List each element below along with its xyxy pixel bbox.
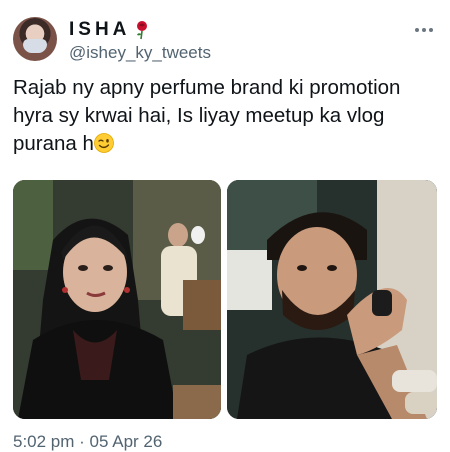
tweet-timestamp[interactable]: 5:02 pm · 05 Apr 26: [13, 432, 162, 452]
rose-icon: [137, 21, 148, 40]
author-handle[interactable]: @ishey_ky_tweets: [69, 43, 211, 63]
wink-face-icon: [94, 133, 114, 153]
photo-woman-restaurant[interactable]: [13, 180, 221, 419]
photo-man-restaurant[interactable]: [227, 180, 437, 419]
tweet-media[interactable]: [13, 180, 437, 419]
more-options-icon[interactable]: [415, 28, 435, 34]
tweet-body: Rajab ny apny perfume brand ki promotion…: [13, 76, 401, 155]
author-name[interactable]: ISHA: [69, 19, 130, 41]
photo-left-scene: [13, 180, 221, 419]
photo-right-scene: [227, 180, 437, 419]
face-mask: [23, 39, 47, 53]
tweet-text: Rajab ny apny perfume brand ki promotion…: [13, 74, 433, 158]
avatar[interactable]: [13, 17, 57, 61]
tweet-header: ISHA @ishey_ky_tweets: [13, 14, 437, 64]
author-name-row[interactable]: ISHA: [69, 19, 151, 41]
